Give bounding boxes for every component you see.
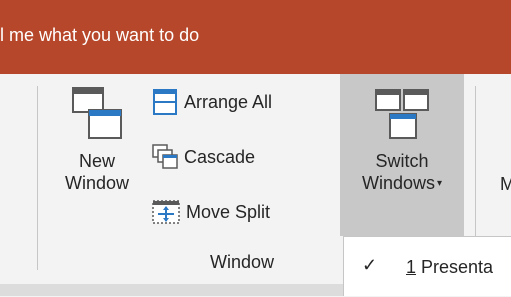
new-window-icon [72,87,122,139]
switch-windows-dropdown: ✓ 1 Presenta [343,236,511,296]
cascade-label: Cascade [184,146,256,167]
switch-windows-label-2: Windows ▾ [340,172,464,195]
window-list-item-label: 1 Presenta [406,257,494,277]
switch-windows-button[interactable]: Switch Windows ▾ [340,86,464,195]
window-list-item[interactable]: ✓ 1 Presenta [344,237,511,297]
switch-windows-text: Windows [361,173,435,193]
tell-me-search[interactable]: l me what you want to do [0,25,199,46]
cascade-icon [152,144,178,169]
partial-button-label[interactable]: M [500,174,511,195]
switch-windows-icon [375,89,429,139]
arrange-all-label: Arrange All [184,91,273,112]
title-bar: l me what you want to do [0,0,511,74]
group-label-window: Window [210,252,275,272]
arrange-all-icon [153,89,177,115]
new-window-label-2: Window [64,173,130,193]
right-separator [475,86,476,236]
move-split-icon [152,200,180,224]
switch-windows-label-1: Switch [375,151,429,171]
move-split-button[interactable]: Move Split [152,197,270,227]
new-window-label-1: New [78,151,115,171]
checkmark-icon: ✓ [362,255,378,275]
left-separator [37,86,38,270]
arrange-all-button[interactable]: Arrange All [152,87,272,117]
new-window-button[interactable]: New Window [52,86,142,194]
dropdown-caret-icon: ▾ [437,178,443,190]
move-split-label: Move Split [186,201,271,222]
cascade-button[interactable]: Cascade [152,142,255,172]
